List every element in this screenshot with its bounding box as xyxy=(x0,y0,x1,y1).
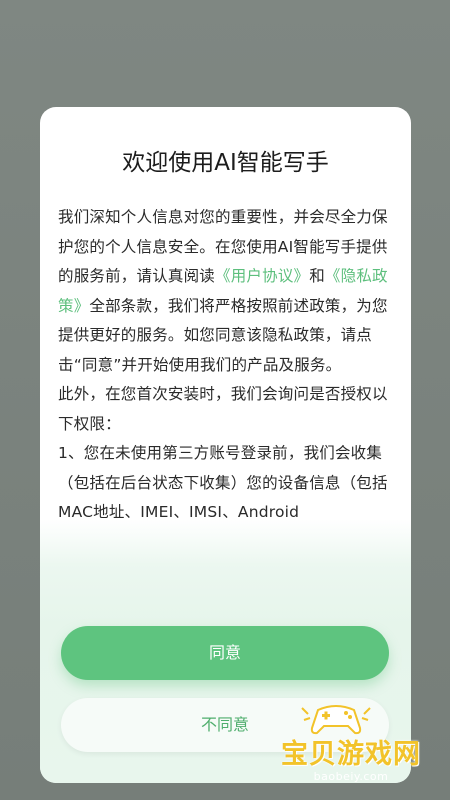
privacy-paragraph-1: 我们深知个人信息对您的重要性，并会尽全力保护您的个人信息安全。在您使用AI智能写… xyxy=(58,203,396,380)
user-agreement-link[interactable]: 《用户协议》 xyxy=(215,267,309,285)
privacy-dialog: 欢迎使用AI智能写手 我们深知个人信息对您的重要性，并会尽全力保护您的个人信息安… xyxy=(40,107,411,783)
agree-button[interactable]: 同意 xyxy=(61,626,389,680)
privacy-text: 我们深知个人信息对您的重要性，并会尽全力保护您的个人信息安全。在您使用AI智能写… xyxy=(58,203,396,528)
paragraph-text: 和 xyxy=(309,267,325,285)
disagree-button[interactable]: 不同意 xyxy=(61,698,389,752)
dialog-title: 欢迎使用AI智能写手 xyxy=(122,150,329,176)
privacy-paragraph-2: 此外，在您首次安装时，我们会询问是否授权以下权限： xyxy=(58,385,388,433)
paragraph-text: 全部条款，我们将严格按照前述政策，为您提供更好的服务。如您同意该隐私政策，请点击… xyxy=(58,296,388,374)
privacy-paragraph-3: 1、您在未使用第三方账号登录前，我们会收集（包括在后台状态下收集）您的设备信息（… xyxy=(58,444,388,521)
